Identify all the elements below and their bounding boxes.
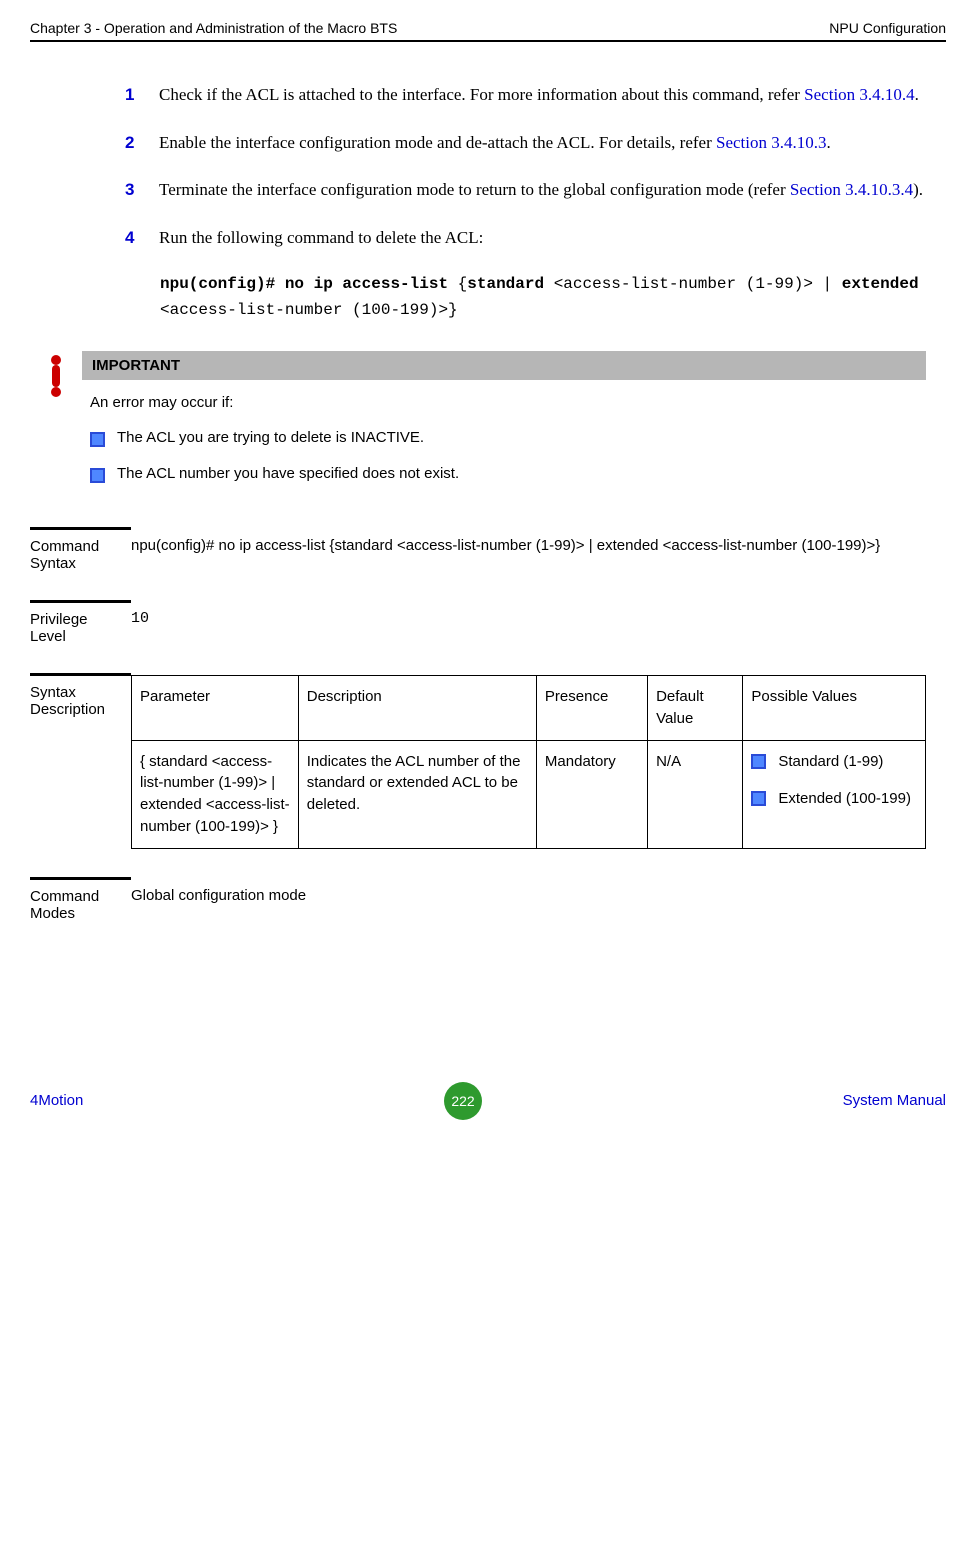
- xref-link[interactable]: Section 3.4.10.4: [804, 85, 915, 104]
- table-header-row: Parameter Description Presence Default V…: [132, 676, 926, 741]
- page-footer: 4Motion 222 System Manual: [30, 1082, 946, 1120]
- step-text: Run the following command to delete the …: [159, 225, 483, 251]
- section-label: Command Modes: [30, 877, 131, 922]
- th-presence: Presence: [536, 676, 647, 741]
- square-bullet-icon: [90, 468, 105, 483]
- header-rule: [30, 40, 946, 42]
- important-item: The ACL you are trying to delete is INAC…: [90, 429, 926, 447]
- square-bullet-icon: [751, 791, 766, 806]
- footer-right: System Manual: [843, 1092, 946, 1109]
- important-item: The ACL number you have specified does n…: [90, 465, 926, 483]
- xref-link[interactable]: Section 3.4.10.3: [716, 133, 827, 152]
- command-example: npu(config)# no ip access-list {standard…: [160, 272, 926, 323]
- cell-description: Indicates the ACL number of the standard…: [298, 740, 536, 848]
- step-1: 1 Check if the ACL is attached to the in…: [125, 82, 926, 108]
- step-3: 3 Terminate the interface configuration …: [125, 177, 926, 203]
- important-lead: An error may occur if:: [90, 394, 926, 411]
- important-note: IMPORTANT An error may occur if: The ACL…: [30, 351, 946, 501]
- th-parameter: Parameter: [132, 676, 299, 741]
- xref-link[interactable]: Section 3.4.10.3.4: [790, 180, 913, 199]
- step-text: Terminate the interface configuration mo…: [159, 177, 923, 203]
- command-syntax-section: Command Syntax npu(config)# no ip access…: [30, 527, 946, 572]
- step-number: 3: [125, 177, 159, 203]
- section-body: npu(config)# no ip access-list {standard…: [131, 527, 926, 557]
- important-icon: [30, 351, 82, 402]
- section-label: Privilege Level: [30, 600, 131, 645]
- syntax-table: Parameter Description Presence Default V…: [131, 675, 926, 849]
- step-number: 2: [125, 130, 159, 156]
- square-bullet-icon: [90, 432, 105, 447]
- square-bullet-icon: [751, 754, 766, 769]
- important-title: IMPORTANT: [82, 351, 926, 380]
- important-content: IMPORTANT An error may occur if: The ACL…: [82, 351, 926, 501]
- section-body: 10: [131, 600, 926, 630]
- possible-value-item: Standard (1-99): [751, 751, 917, 773]
- footer-left: 4Motion: [30, 1092, 83, 1109]
- th-description: Description: [298, 676, 536, 741]
- command-modes-section: Command Modes Global configuration mode: [30, 877, 946, 922]
- step-text: Enable the interface configuration mode …: [159, 130, 831, 156]
- syntax-description-section: Syntax Description Parameter Description…: [30, 673, 946, 849]
- page-number-badge: 222: [444, 1082, 482, 1120]
- section-label: Command Syntax: [30, 527, 131, 572]
- step-text: Check if the ACL is attached to the inte…: [159, 82, 919, 108]
- cell-parameter: { standard <access-list-number (1-99)> |…: [132, 740, 299, 848]
- step-4: 4 Run the following command to delete th…: [125, 225, 926, 251]
- th-default: Default Value: [648, 676, 743, 741]
- cell-presence: Mandatory: [536, 740, 647, 848]
- cell-possible-values: Standard (1-99) Extended (100-199): [743, 740, 926, 848]
- section-body: Parameter Description Presence Default V…: [131, 673, 926, 849]
- step-number: 4: [125, 225, 159, 251]
- privilege-level-section: Privilege Level 10: [30, 600, 946, 645]
- th-possible: Possible Values: [743, 676, 926, 741]
- section-label: Syntax Description: [30, 673, 131, 718]
- step-number: 1: [125, 82, 159, 108]
- steps-list: 1 Check if the ACL is attached to the in…: [125, 82, 926, 250]
- cell-default: N/A: [648, 740, 743, 848]
- section-body: Global configuration mode: [131, 877, 926, 907]
- possible-value-item: Extended (100-199): [751, 788, 917, 810]
- table-row: { standard <access-list-number (1-99)> |…: [132, 740, 926, 848]
- header-right: NPU Configuration: [829, 20, 946, 36]
- header-left: Chapter 3 - Operation and Administration…: [30, 20, 397, 36]
- page-header: Chapter 3 - Operation and Administration…: [30, 20, 946, 36]
- step-2: 2 Enable the interface configuration mod…: [125, 130, 926, 156]
